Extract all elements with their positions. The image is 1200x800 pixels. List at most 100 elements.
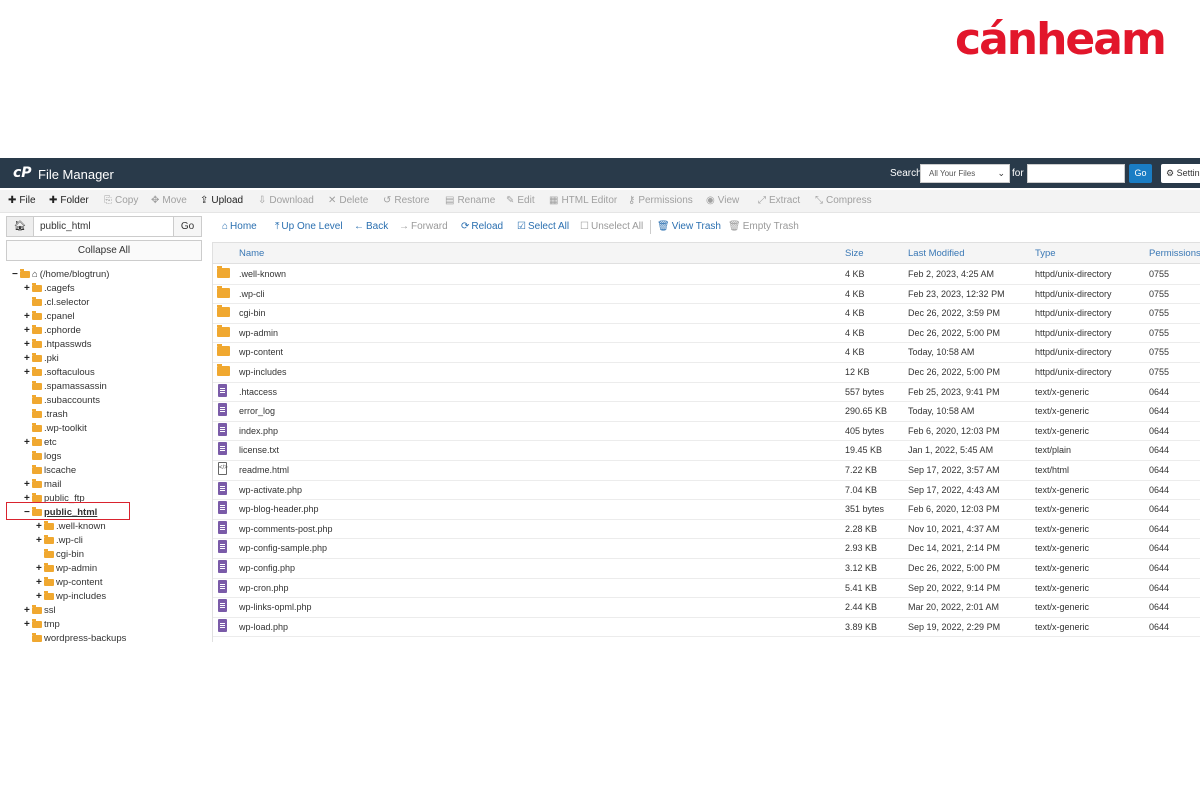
tree-item-wordpress-backups[interactable]: wordpress-backups <box>24 632 126 646</box>
table-row[interactable]: error_log 290.65 KB Today, 10:58 AM text/x-… <box>213 401 1200 422</box>
download-toolbar-button[interactable]: ⇩ Download <box>258 195 314 206</box>
table-row[interactable]: wp-config.php 3.12 KB Dec 26, 2022, 5:00 P… <box>213 558 1200 579</box>
permissions-toolbar-button[interactable]: ⚷ Permissions <box>628 195 693 206</box>
tree-item-pki[interactable]: + .pki <box>24 352 59 366</box>
back-button[interactable]: ← Back <box>354 221 388 232</box>
expand-icon[interactable]: + <box>24 478 32 492</box>
table-row[interactable]: cgi-bin 4 KB Dec 26, 2022, 3:59 PM httpd/un… <box>213 303 1200 324</box>
table-row[interactable]: wp-admin 4 KB Dec 26, 2022, 5:00 PM httpd/u… <box>213 323 1200 344</box>
table-row[interactable]: .well-known 4 KB Feb 2, 2023, 4:25 AM httpd… <box>213 264 1200 285</box>
path-input[interactable]: public_html <box>40 221 91 232</box>
table-row[interactable]: wp-content 4 KB Today, 10:58 AM httpd/unix-… <box>213 342 1200 363</box>
html-editor-toolbar-button[interactable]: ▦ HTML Editor <box>549 195 617 206</box>
table-row[interactable]: </> readme.html 7.22 KB Sep 17, 2022, 3:57 … <box>213 460 1200 481</box>
tree-item-tmp[interactable]: + tmp <box>24 618 60 632</box>
tree-item-mail[interactable]: + mail <box>24 478 61 492</box>
tree-item-wp-admin[interactable]: + wp-admin <box>36 562 97 576</box>
toolbar-label: View <box>717 195 740 206</box>
path-go-button[interactable]: Go <box>173 217 201 236</box>
delete-toolbar-button[interactable]: ✕ Delete <box>328 195 368 206</box>
table-row[interactable]: .wp-cli 4 KB Feb 23, 2023, 12:32 PM httpd/u… <box>213 284 1200 305</box>
view-trash-button[interactable]: 🗑︎ View Trash <box>657 221 721 232</box>
tree-item-softaculous[interactable]: + .softaculous <box>24 366 95 380</box>
select-all-button[interactable]: ☑ Select All <box>517 221 569 232</box>
expand-icon[interactable]: + <box>24 338 32 352</box>
empty-trash-button[interactable]: 🗑︎ Empty Trash <box>728 221 799 232</box>
copy-toolbar-button[interactable]: ⎘ Copy <box>104 195 138 206</box>
expand-icon[interactable]: + <box>36 576 44 590</box>
tree-item-cl-selector[interactable]: .cl.selector <box>24 296 89 310</box>
table-row[interactable]: wp-blog-header.php 351 bytes Feb 6, 2020, … <box>213 499 1200 520</box>
collapse-all-button[interactable]: Collapse All <box>6 240 202 261</box>
table-row[interactable]: wp-links-opml.php 2.44 KB Mar 20, 2022, 2:… <box>213 597 1200 618</box>
upload-toolbar-button[interactable]: ⇪ Upload <box>200 195 243 206</box>
expand-icon[interactable]: + <box>24 366 32 380</box>
unselect-all-button[interactable]: ☐ Unselect All <box>580 221 643 232</box>
view-toolbar-button[interactable]: ◉ View <box>706 195 739 206</box>
tree-item-well-known[interactable]: + .well-known <box>36 520 106 534</box>
table-row[interactable]: wp-config-sample.php 2.93 KB Dec 14, 2021,… <box>213 538 1200 559</box>
header-name[interactable]: Name <box>239 248 264 259</box>
expand-icon[interactable]: + <box>36 590 44 604</box>
tree-item-ssl[interactable]: + ssl <box>24 604 56 618</box>
tree-item-spamassassin[interactable]: .spamassassin <box>24 380 107 394</box>
tree-item-lscache[interactable]: lscache <box>24 464 76 478</box>
folder-toolbar-button[interactable]: ✚ Folder <box>49 195 89 206</box>
home-button[interactable]: ⌂ Home <box>222 221 257 232</box>
up-one-level-button[interactable]: ⤒ Up One Level <box>275 221 343 232</box>
tree-item-cphorde[interactable]: + .cphorde <box>24 324 81 338</box>
edit-toolbar-button[interactable]: ✎ Edit <box>506 195 535 206</box>
header-type[interactable]: Type <box>1035 248 1056 259</box>
forward-button[interactable]: → Forward <box>399 221 448 232</box>
header-size[interactable]: Size <box>845 248 863 259</box>
file-toolbar-button[interactable]: ✚ File <box>8 195 36 206</box>
table-row[interactable]: wp-comments-post.php 2.28 KB Nov 10, 2021,… <box>213 519 1200 540</box>
tree-item-etc[interactable]: + etc <box>24 436 57 450</box>
search-input[interactable] <box>1027 164 1125 183</box>
reload-button[interactable]: ⟳ Reload <box>461 221 503 232</box>
tree-item-label: mail <box>44 479 62 490</box>
expand-icon[interactable]: + <box>36 520 44 534</box>
expand-icon[interactable]: + <box>36 534 44 548</box>
expand-icon[interactable]: + <box>24 436 32 450</box>
expand-icon[interactable]: + <box>24 618 32 632</box>
settings-button[interactable]: ⚙ Settin <box>1161 164 1200 183</box>
tree-item-cgi-bin[interactable]: cgi-bin <box>36 548 84 562</box>
table-row[interactable]: wp-activate.php 7.04 KB Sep 17, 2022, 4:43… <box>213 480 1200 501</box>
expand-icon[interactable]: + <box>24 352 32 366</box>
expand-icon[interactable]: + <box>24 310 32 324</box>
search-go-button[interactable]: Go <box>1129 164 1152 183</box>
tree-item-cpanel[interactable]: + .cpanel <box>24 310 75 324</box>
tree-item-wp-cli[interactable]: + .wp-cli <box>36 534 83 548</box>
expand-icon[interactable]: + <box>24 324 32 338</box>
header-last-modified[interactable]: Last Modified <box>908 248 965 259</box>
tree-item-trash[interactable]: .trash <box>24 408 68 422</box>
search-scope-select[interactable]: All Your Files ⌄ <box>920 164 1010 183</box>
table-row[interactable]: index.php 405 bytes Feb 6, 2020, 12:03 PM t… <box>213 421 1200 442</box>
table-row[interactable]: .htaccess 557 bytes Feb 25, 2023, 9:41 PM t… <box>213 382 1200 403</box>
rename-toolbar-button[interactable]: ▤ Rename <box>445 195 495 206</box>
move-toolbar-button[interactable]: ✥ Move <box>151 195 187 206</box>
header-permissions[interactable]: Permissions <box>1149 248 1200 259</box>
collapse-icon[interactable]: − <box>12 268 20 282</box>
tree-item-wp-includes[interactable]: + wp-includes <box>36 590 106 604</box>
tree-item-logs[interactable]: logs <box>24 450 61 464</box>
expand-icon[interactable]: + <box>36 562 44 576</box>
tree-item-wp-toolkit[interactable]: .wp-toolkit <box>24 422 87 436</box>
tree-item-htpasswds[interactable]: + .htpasswds <box>24 338 92 352</box>
compress-toolbar-button[interactable]: ⤡ Compress <box>815 195 872 206</box>
tree-item-cagefs[interactable]: + .cagefs <box>24 282 75 296</box>
tree-item-wp-content[interactable]: + wp-content <box>36 576 102 590</box>
table-row[interactable]: license.txt 19.45 KB Jan 1, 2022, 5:45 AM t… <box>213 440 1200 461</box>
expand-icon[interactable]: + <box>24 282 32 296</box>
tree-item-home-blogtrun[interactable]: − ⌂ (/home/blogtrun) <box>12 268 109 282</box>
table-row[interactable]: wp-includes 12 KB Dec 26, 2022, 5:00 PM htt… <box>213 362 1200 383</box>
table-row[interactable]: wp-load.php 3.89 KB Sep 19, 2022, 2:29 PM t… <box>213 617 1200 638</box>
restore-toolbar-button[interactable]: ↺ Restore <box>383 195 429 206</box>
extract-toolbar-button[interactable]: ⤢ Extract <box>758 195 800 206</box>
expand-icon[interactable]: + <box>24 604 32 618</box>
cell-name: wp-blog-header.php <box>239 504 319 515</box>
tree-item-subaccounts[interactable]: .subaccounts <box>24 394 100 408</box>
home-icon[interactable]: 🏠︎ <box>7 217 34 236</box>
table-row[interactable]: wp-cron.php 5.41 KB Sep 20, 2022, 9:14 PM t… <box>213 578 1200 599</box>
